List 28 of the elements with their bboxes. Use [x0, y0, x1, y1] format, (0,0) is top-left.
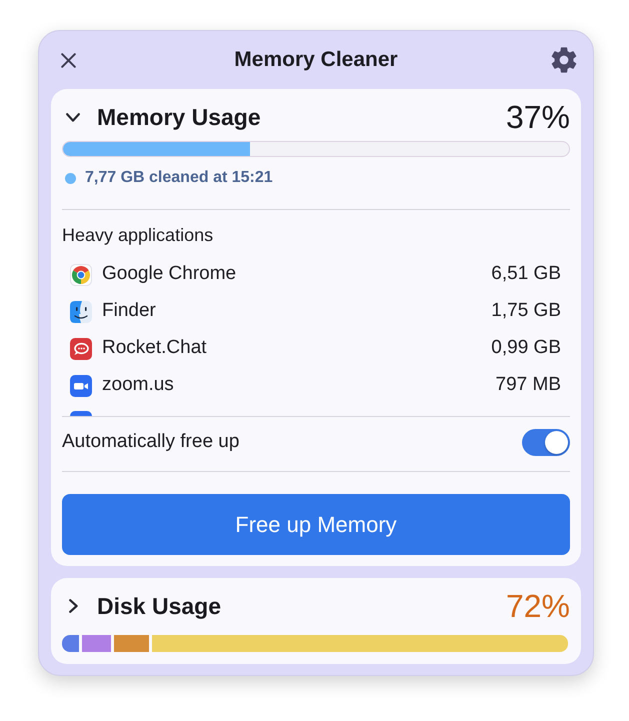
- chevron-down-icon[interactable]: [66, 112, 80, 122]
- section-title[interactable]: Memory Usage: [97, 100, 261, 134]
- app-icon: [70, 264, 92, 286]
- app-name: Finder: [102, 299, 156, 324]
- close-icon[interactable]: [61, 52, 76, 68]
- app-icon: [70, 300, 92, 322]
- section-title[interactable]: Disk Usage: [97, 588, 222, 624]
- toggle-switch[interactable]: [522, 428, 570, 456]
- app-icon: [70, 411, 92, 416]
- usage-percent: 37%: [506, 101, 570, 133]
- status-dot-icon: [65, 172, 76, 184]
- app-memory-size: 1,75 GB: [491, 299, 561, 324]
- setting-label: Automatically free up: [62, 430, 240, 454]
- window-title: Memory Cleaner: [234, 47, 398, 74]
- app-memory-size: 6,51 GB: [491, 262, 561, 286]
- app-name: Rocket.Chat: [102, 336, 207, 360]
- usage-percent: 72%: [506, 590, 570, 622]
- free-up-memory-button[interactable]: Free up Memory: [62, 494, 570, 555]
- settings-icon[interactable]: [550, 46, 578, 74]
- app-memory-size: 0,99 GB: [491, 336, 561, 360]
- chevron-right-icon[interactable]: [69, 599, 78, 613]
- status-text: 7,77 GB cleaned at 15:21: [85, 168, 273, 188]
- app-name: zoom.us: [102, 373, 174, 398]
- app-memory-size: 797 MB: [496, 373, 561, 398]
- app-icon: [70, 338, 92, 360]
- app-name: Google Chrome: [102, 262, 236, 286]
- app-icon: [70, 374, 92, 396]
- section-heading: Heavy applications: [62, 224, 214, 247]
